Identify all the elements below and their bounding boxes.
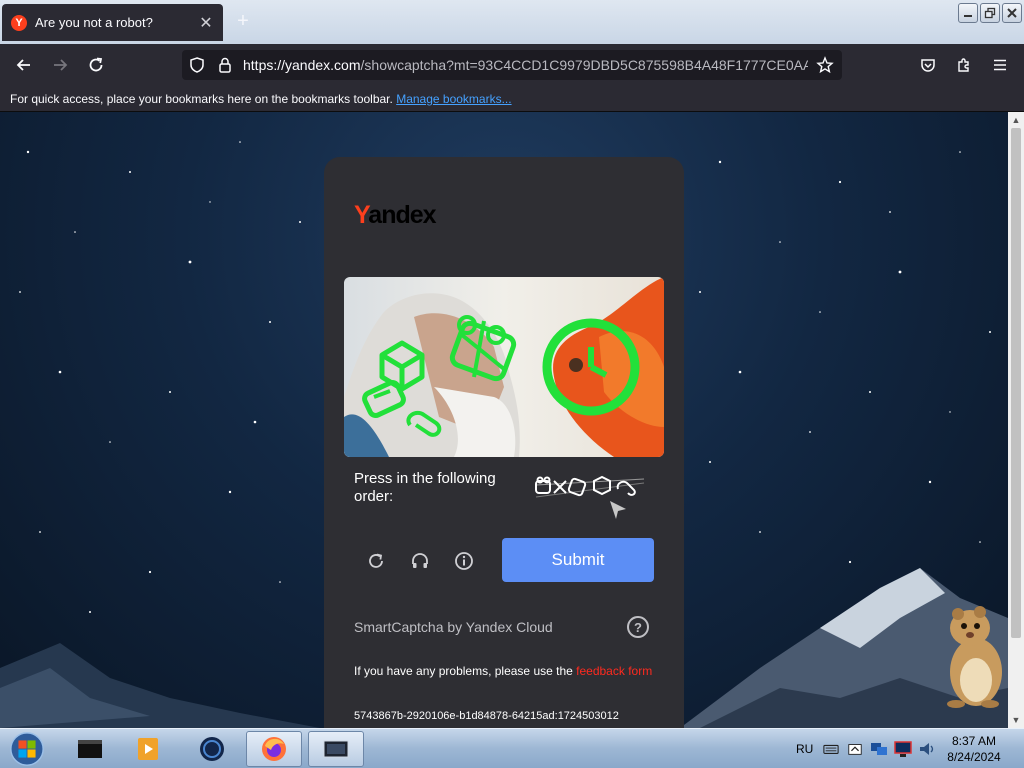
- windows-logo-icon: [10, 732, 44, 766]
- pocket-icon[interactable]: [914, 52, 942, 78]
- window-controls: [958, 3, 1022, 23]
- help-icon[interactable]: ?: [627, 616, 649, 638]
- system-tray: RU: [790, 729, 939, 768]
- forward-icon[interactable]: [46, 52, 74, 78]
- clock-date: 8/24/2024: [947, 750, 1001, 764]
- scroll-down-icon[interactable]: ▼: [1011, 715, 1021, 725]
- minimize-button[interactable]: [958, 3, 978, 23]
- scroll-thumb[interactable]: [1011, 128, 1021, 638]
- browser-tab[interactable]: Y Are you not a robot? ✕: [2, 4, 223, 41]
- close-window-button[interactable]: [1002, 3, 1022, 23]
- taskbar-globe-icon[interactable]: [184, 731, 240, 767]
- yandex-logo-y: Y: [354, 201, 369, 229]
- yandex-logo: Yandex: [354, 201, 437, 230]
- menu-icon[interactable]: [986, 52, 1014, 78]
- problems-notice: If you have any problems, please use the…: [354, 663, 654, 679]
- taskbar-cmd-icon[interactable]: [62, 731, 118, 767]
- refresh-icon[interactable]: [362, 547, 390, 575]
- start-button[interactable]: [4, 729, 50, 768]
- url-text[interactable]: https://yandex.com/showcaptcha?mt=93C4CC…: [243, 57, 808, 73]
- restore-button[interactable]: [980, 3, 1000, 23]
- info-icon[interactable]: [450, 547, 478, 575]
- taskbar-media-player-icon[interactable]: [120, 731, 176, 767]
- monitor-icon[interactable]: [894, 740, 913, 758]
- captcha-card: Yandex Press in the following order: Sub…: [324, 157, 684, 757]
- back-icon[interactable]: [10, 52, 38, 78]
- problems-text: If you have any problems, please use the: [354, 664, 573, 678]
- new-tab-icon[interactable]: +: [233, 11, 253, 32]
- url-host: https://yandex.com: [243, 57, 361, 73]
- window-titlebar: Y Are you not a robot? ✕ +: [0, 0, 1024, 44]
- hamster-sticker: [947, 606, 1002, 708]
- clock-time: 8:37 AM: [951, 734, 997, 748]
- url-path: /showcaptcha?mt=93C4CCD1C9979DBD5C875598…: [360, 57, 808, 73]
- language-indicator[interactable]: RU: [796, 742, 813, 756]
- feedback-form-link[interactable]: feedback form: [576, 664, 652, 678]
- keyboard-icon[interactable]: [822, 740, 840, 758]
- manage-bookmarks-link[interactable]: Manage bookmarks...: [396, 92, 511, 106]
- captcha-image[interactable]: [344, 277, 664, 457]
- bookmarks-hint: For quick access, place your bookmarks h…: [10, 92, 393, 106]
- captcha-picture: [344, 277, 664, 457]
- volume-icon[interactable]: [918, 740, 936, 758]
- shield-icon[interactable]: [188, 56, 206, 74]
- extensions-icon[interactable]: [950, 52, 978, 78]
- order-sequence-icon: [535, 475, 645, 519]
- network-icon[interactable]: [870, 740, 888, 758]
- taskbar: RU 8:37 AM 8/24/2024: [0, 728, 1024, 768]
- request-id: 5743867b-2920106e-b1d84878-64215ad:17245…: [354, 710, 619, 722]
- taskbar-firefox-icon[interactable]: [246, 731, 302, 767]
- close-icon[interactable]: ✕: [196, 13, 216, 33]
- show-hidden-icons-icon[interactable]: [846, 740, 864, 758]
- lock-icon[interactable]: [216, 56, 234, 74]
- vertical-scrollbar[interactable]: ▲ ▼: [1008, 112, 1024, 728]
- order-instruction: Press in the following order:: [354, 470, 496, 505]
- taskbar-window-icon[interactable]: [308, 731, 364, 767]
- clock[interactable]: 8:37 AM 8/24/2024: [936, 733, 1012, 765]
- yandex-favicon-icon: Y: [11, 14, 27, 31]
- tab-title: Are you not a robot?: [35, 15, 153, 30]
- submit-button[interactable]: Submit: [502, 538, 654, 582]
- reload-icon[interactable]: [82, 52, 110, 78]
- audio-icon[interactable]: [406, 547, 434, 575]
- bookmark-star-icon[interactable]: [816, 56, 834, 74]
- navigation-toolbar: https://yandex.com/showcaptcha?mt=93C4CC…: [0, 44, 1024, 86]
- smartcaptcha-brand: SmartCaptcha by Yandex Cloud: [354, 619, 553, 635]
- url-bar[interactable]: https://yandex.com/showcaptcha?mt=93C4CC…: [182, 50, 842, 80]
- scroll-up-icon[interactable]: ▲: [1011, 115, 1021, 125]
- bookmarks-toolbar: For quick access, place your bookmarks h…: [0, 86, 1024, 112]
- yandex-logo-rest: andex: [368, 201, 436, 229]
